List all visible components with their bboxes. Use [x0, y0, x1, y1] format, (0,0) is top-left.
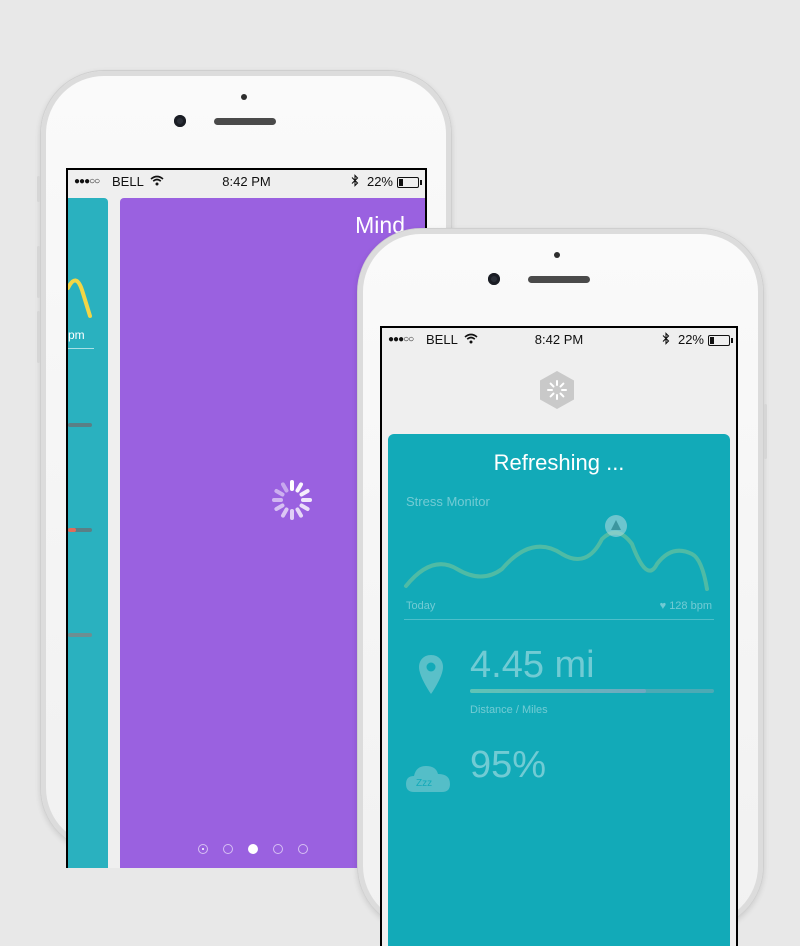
status-bar: ●●●○○ BELL 8:42 PM 22%	[68, 170, 425, 194]
status-bar: ●●●○○ BELL 8:42 PM 22%	[382, 328, 736, 352]
divider	[68, 348, 94, 349]
heart-rate-label: ♥ 128 bpm	[659, 600, 712, 612]
page-dot-location-icon[interactable]	[197, 844, 208, 854]
distance-progress-bar	[470, 689, 714, 693]
earpiece-speaker	[214, 118, 276, 125]
battery-icon	[397, 177, 422, 188]
heart-icon: ♥	[659, 600, 667, 612]
progress-bar-partial	[68, 528, 92, 532]
bluetooth-icon	[662, 332, 670, 348]
volume-up-button	[37, 246, 40, 298]
bpm-partial-label: pm	[68, 328, 85, 342]
proximity-sensor	[554, 252, 560, 258]
hexagon-spinner-logo-icon[interactable]	[537, 370, 577, 410]
front-camera-icon	[488, 273, 500, 285]
page-dot-active[interactable]	[247, 844, 258, 854]
front-phone: ●●●○○ BELL 8:42 PM 22% Refreshing ... St…	[357, 228, 767, 946]
page-dot[interactable]	[297, 844, 308, 854]
stress-monitor-label: Stress Monitor	[406, 494, 490, 509]
distance-value: 4.45 mi	[470, 644, 595, 686]
bluetooth-icon	[351, 174, 359, 190]
mute-switch	[37, 176, 40, 202]
health-dashboard-card[interactable]: Refreshing ... Stress Monitor Today ♥ 12…	[388, 434, 730, 946]
sleep-percent-value: 95%	[470, 744, 547, 786]
battery-percent: 22%	[677, 332, 704, 347]
stress-wave-chart	[404, 515, 709, 591]
proximity-sensor	[241, 94, 247, 100]
divider	[404, 619, 714, 620]
sleep-cloud-icon: Zzz	[406, 766, 450, 792]
progress-bar-partial	[68, 423, 92, 427]
page-dot[interactable]	[272, 844, 283, 854]
refresh-status: Refreshing ...	[493, 450, 625, 475]
progress-bar-partial	[68, 633, 92, 637]
front-camera-icon	[174, 115, 186, 127]
power-button	[764, 404, 767, 459]
previous-card-teal[interactable]: pm	[68, 198, 108, 868]
battery-icon	[708, 335, 733, 346]
battery-percent: 22%	[366, 174, 393, 189]
distance-label: Distance / Miles	[470, 704, 548, 716]
location-pin-icon	[419, 655, 443, 694]
svg-text:Zzz: Zzz	[416, 778, 432, 789]
front-screen: ●●●○○ BELL 8:42 PM 22% Refreshing ... St…	[380, 326, 738, 946]
loading-spinner-icon	[270, 478, 314, 522]
earpiece-speaker	[528, 276, 590, 283]
today-label: Today	[406, 600, 436, 612]
page-dot[interactable]	[222, 844, 233, 854]
volume-down-button	[37, 311, 40, 363]
